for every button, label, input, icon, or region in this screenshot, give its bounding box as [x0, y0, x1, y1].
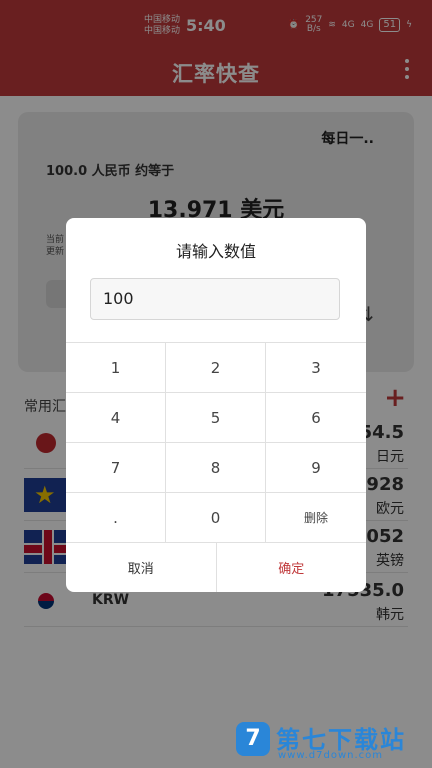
delete-key[interactable]: 删除 [266, 493, 366, 543]
watermark-url: www.d7down.com [278, 750, 384, 761]
key-4[interactable]: 4 [66, 393, 166, 443]
amount-input[interactable]: 100 [90, 278, 340, 320]
dialog-title: 请输入数值 [175, 242, 256, 261]
key-3[interactable]: 3 [266, 343, 366, 393]
confirm-button[interactable]: 确定 [217, 542, 367, 592]
key-2[interactable]: 2 [166, 343, 266, 393]
key-5[interactable]: 5 [166, 393, 266, 443]
key-7[interactable]: 7 [66, 443, 166, 493]
number-input-dialog: 请输入数值 100 1 2 3 4 5 6 7 8 9 . 0 删除 取消 确定 [66, 218, 366, 592]
key-8[interactable]: 8 [166, 443, 266, 493]
cancel-button[interactable]: 取消 [66, 542, 217, 592]
key-6[interactable]: 6 [266, 393, 366, 443]
site-watermark: 7 第七下载站 www.d7down.com [236, 718, 426, 766]
key-decimal[interactable]: . [66, 493, 166, 543]
numeric-keypad: 1 2 3 4 5 6 7 8 9 . 0 删除 [66, 342, 366, 543]
key-0[interactable]: 0 [166, 493, 266, 543]
key-1[interactable]: 1 [66, 343, 166, 393]
key-9[interactable]: 9 [266, 443, 366, 493]
dialog-actions: 取消 确定 [66, 542, 366, 592]
watermark-logo: 7 [236, 722, 270, 756]
